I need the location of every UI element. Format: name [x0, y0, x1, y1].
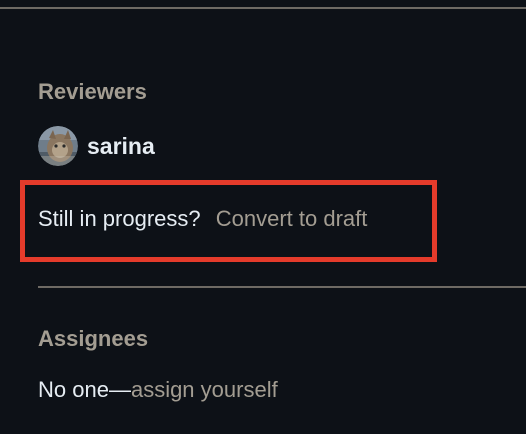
reviewer-name[interactable]: sarina: [87, 134, 155, 158]
reviewers-heading[interactable]: Reviewers: [38, 81, 147, 103]
assignees-heading[interactable]: Assignees: [38, 328, 148, 350]
assignees-row: No one—assign yourself: [38, 379, 278, 401]
avatar[interactable]: [38, 126, 78, 166]
top-divider: [0, 7, 526, 9]
no-assignee-text: No one—: [38, 377, 131, 402]
convert-to-draft-row: Still in progress? Convert to draft: [38, 208, 367, 230]
section-divider: [38, 286, 526, 288]
convert-to-draft-link[interactable]: Convert to draft: [216, 206, 368, 231]
reviewer-item[interactable]: sarina: [38, 126, 155, 166]
draft-question-text: Still in progress?: [38, 206, 201, 231]
assign-yourself-link[interactable]: assign yourself: [131, 377, 278, 402]
